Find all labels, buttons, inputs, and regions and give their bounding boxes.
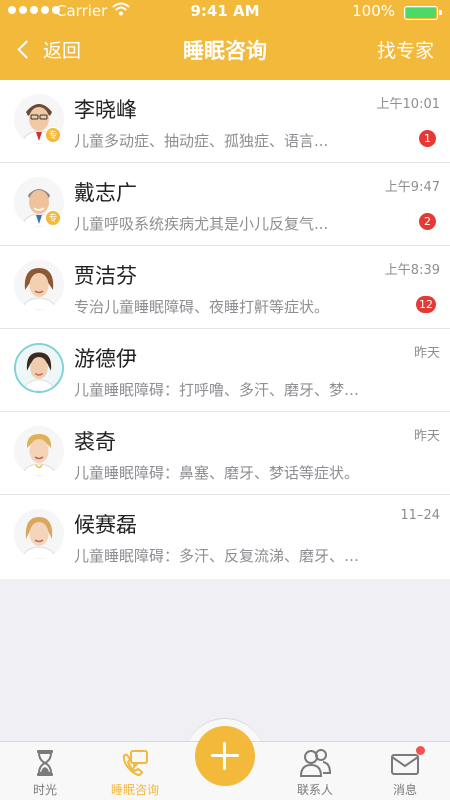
find-expert-button[interactable]: 找专家 <box>377 36 434 63</box>
message-time: 昨天 <box>413 346 440 361</box>
conversation-row[interactable]: 裘奇 儿童睡眠障碍：鼻塞、磨牙、梦话等症状。 昨天 <box>0 412 450 495</box>
tab-sleep-consult[interactable]: 睡眠咨询 <box>90 742 180 800</box>
contact-name: 裘奇 <box>74 430 116 454</box>
battery-percent: 100% <box>352 2 395 20</box>
tab-time[interactable]: 时光 <box>0 742 90 800</box>
hourglass-icon <box>29 748 61 778</box>
contact-description: 儿童睡眠障碍：鼻塞、磨牙、梦话等症状。 <box>74 464 360 482</box>
nav-bar: 返回 睡眠咨询 找专家 <box>0 28 450 76</box>
message-time: 11–24 <box>400 508 440 523</box>
tab-contacts[interactable]: 联系人 <box>270 742 360 800</box>
tab-messages[interactable]: 消息 <box>360 742 450 800</box>
contact-name: 戴志广 <box>74 181 137 205</box>
message-time: 上午8:39 <box>384 263 440 278</box>
expert-badge: 专 <box>45 210 61 226</box>
tab-label: 时光 <box>32 783 57 797</box>
contact-description: 专治儿童睡眠障碍、夜睡打鼾等症状。 <box>74 298 330 316</box>
add-button[interactable] <box>195 726 255 786</box>
contact-description: 儿童多动症、抽动症、孤独症、语言... <box>74 132 329 150</box>
message-time: 昨天 <box>413 429 440 444</box>
unread-badge: 12 <box>416 296 436 313</box>
message-time: 上午10:01 <box>376 97 440 112</box>
contact-name: 贾洁芬 <box>74 264 137 288</box>
expert-badge: 专 <box>45 127 61 143</box>
contact-name: 候赛磊 <box>74 513 137 537</box>
consult-phone-icon <box>119 748 151 778</box>
unread-badge: 2 <box>419 213 436 230</box>
contact-name: 李晓峰 <box>74 98 137 122</box>
header: Carrier 9:41 AM 100% 返回 睡眠咨询 找专家 <box>0 0 450 80</box>
conversation-row[interactable]: 游德伊 儿童睡眠障碍：打呼噜、多汗、磨牙、梦话等... 昨天 <box>0 329 450 412</box>
contact-description: 儿童睡眠障碍：多汗、反复流涕、磨牙、梦话... <box>74 547 374 565</box>
contacts-icon <box>299 748 332 778</box>
avatar <box>14 343 64 393</box>
contact-description: 儿童呼吸系统疾病尤其是小儿反复气... <box>74 215 329 233</box>
battery-icon <box>404 6 442 20</box>
message-time: 上午9:47 <box>384 180 440 195</box>
tab-label: 联系人 <box>296 783 333 797</box>
unread-badge: 1 <box>419 130 436 147</box>
avatar <box>14 426 64 476</box>
conversation-list: 专 李晓峰 儿童多动症、抽动症、孤独症、语言... 上午10:01 1 专 戴志… <box>0 80 450 579</box>
new-message-dot <box>416 746 425 755</box>
tab-label: 消息 <box>392 783 417 797</box>
conversation-row[interactable]: 专 李晓峰 儿童多动症、抽动症、孤独症、语言... 上午10:01 1 <box>0 80 450 163</box>
conversation-row[interactable]: 候赛磊 儿童睡眠障碍：多汗、反复流涕、磨牙、梦话... 11–24 <box>0 495 450 579</box>
tab-label: 睡眠咨询 <box>110 783 159 797</box>
status-bar: Carrier 9:41 AM 100% <box>0 0 450 24</box>
contact-description: 儿童睡眠障碍：打呼噜、多汗、磨牙、梦话等... <box>74 381 374 399</box>
avatar <box>14 260 64 310</box>
avatar <box>14 509 64 559</box>
conversation-row[interactable]: 贾洁芬 专治儿童睡眠障碍、夜睡打鼾等症状。 上午8:39 12 <box>0 246 450 329</box>
conversation-row[interactable]: 专 戴志广 儿童呼吸系统疾病尤其是小儿反复气... 上午9:47 2 <box>0 163 450 246</box>
contact-name: 游德伊 <box>74 347 137 371</box>
